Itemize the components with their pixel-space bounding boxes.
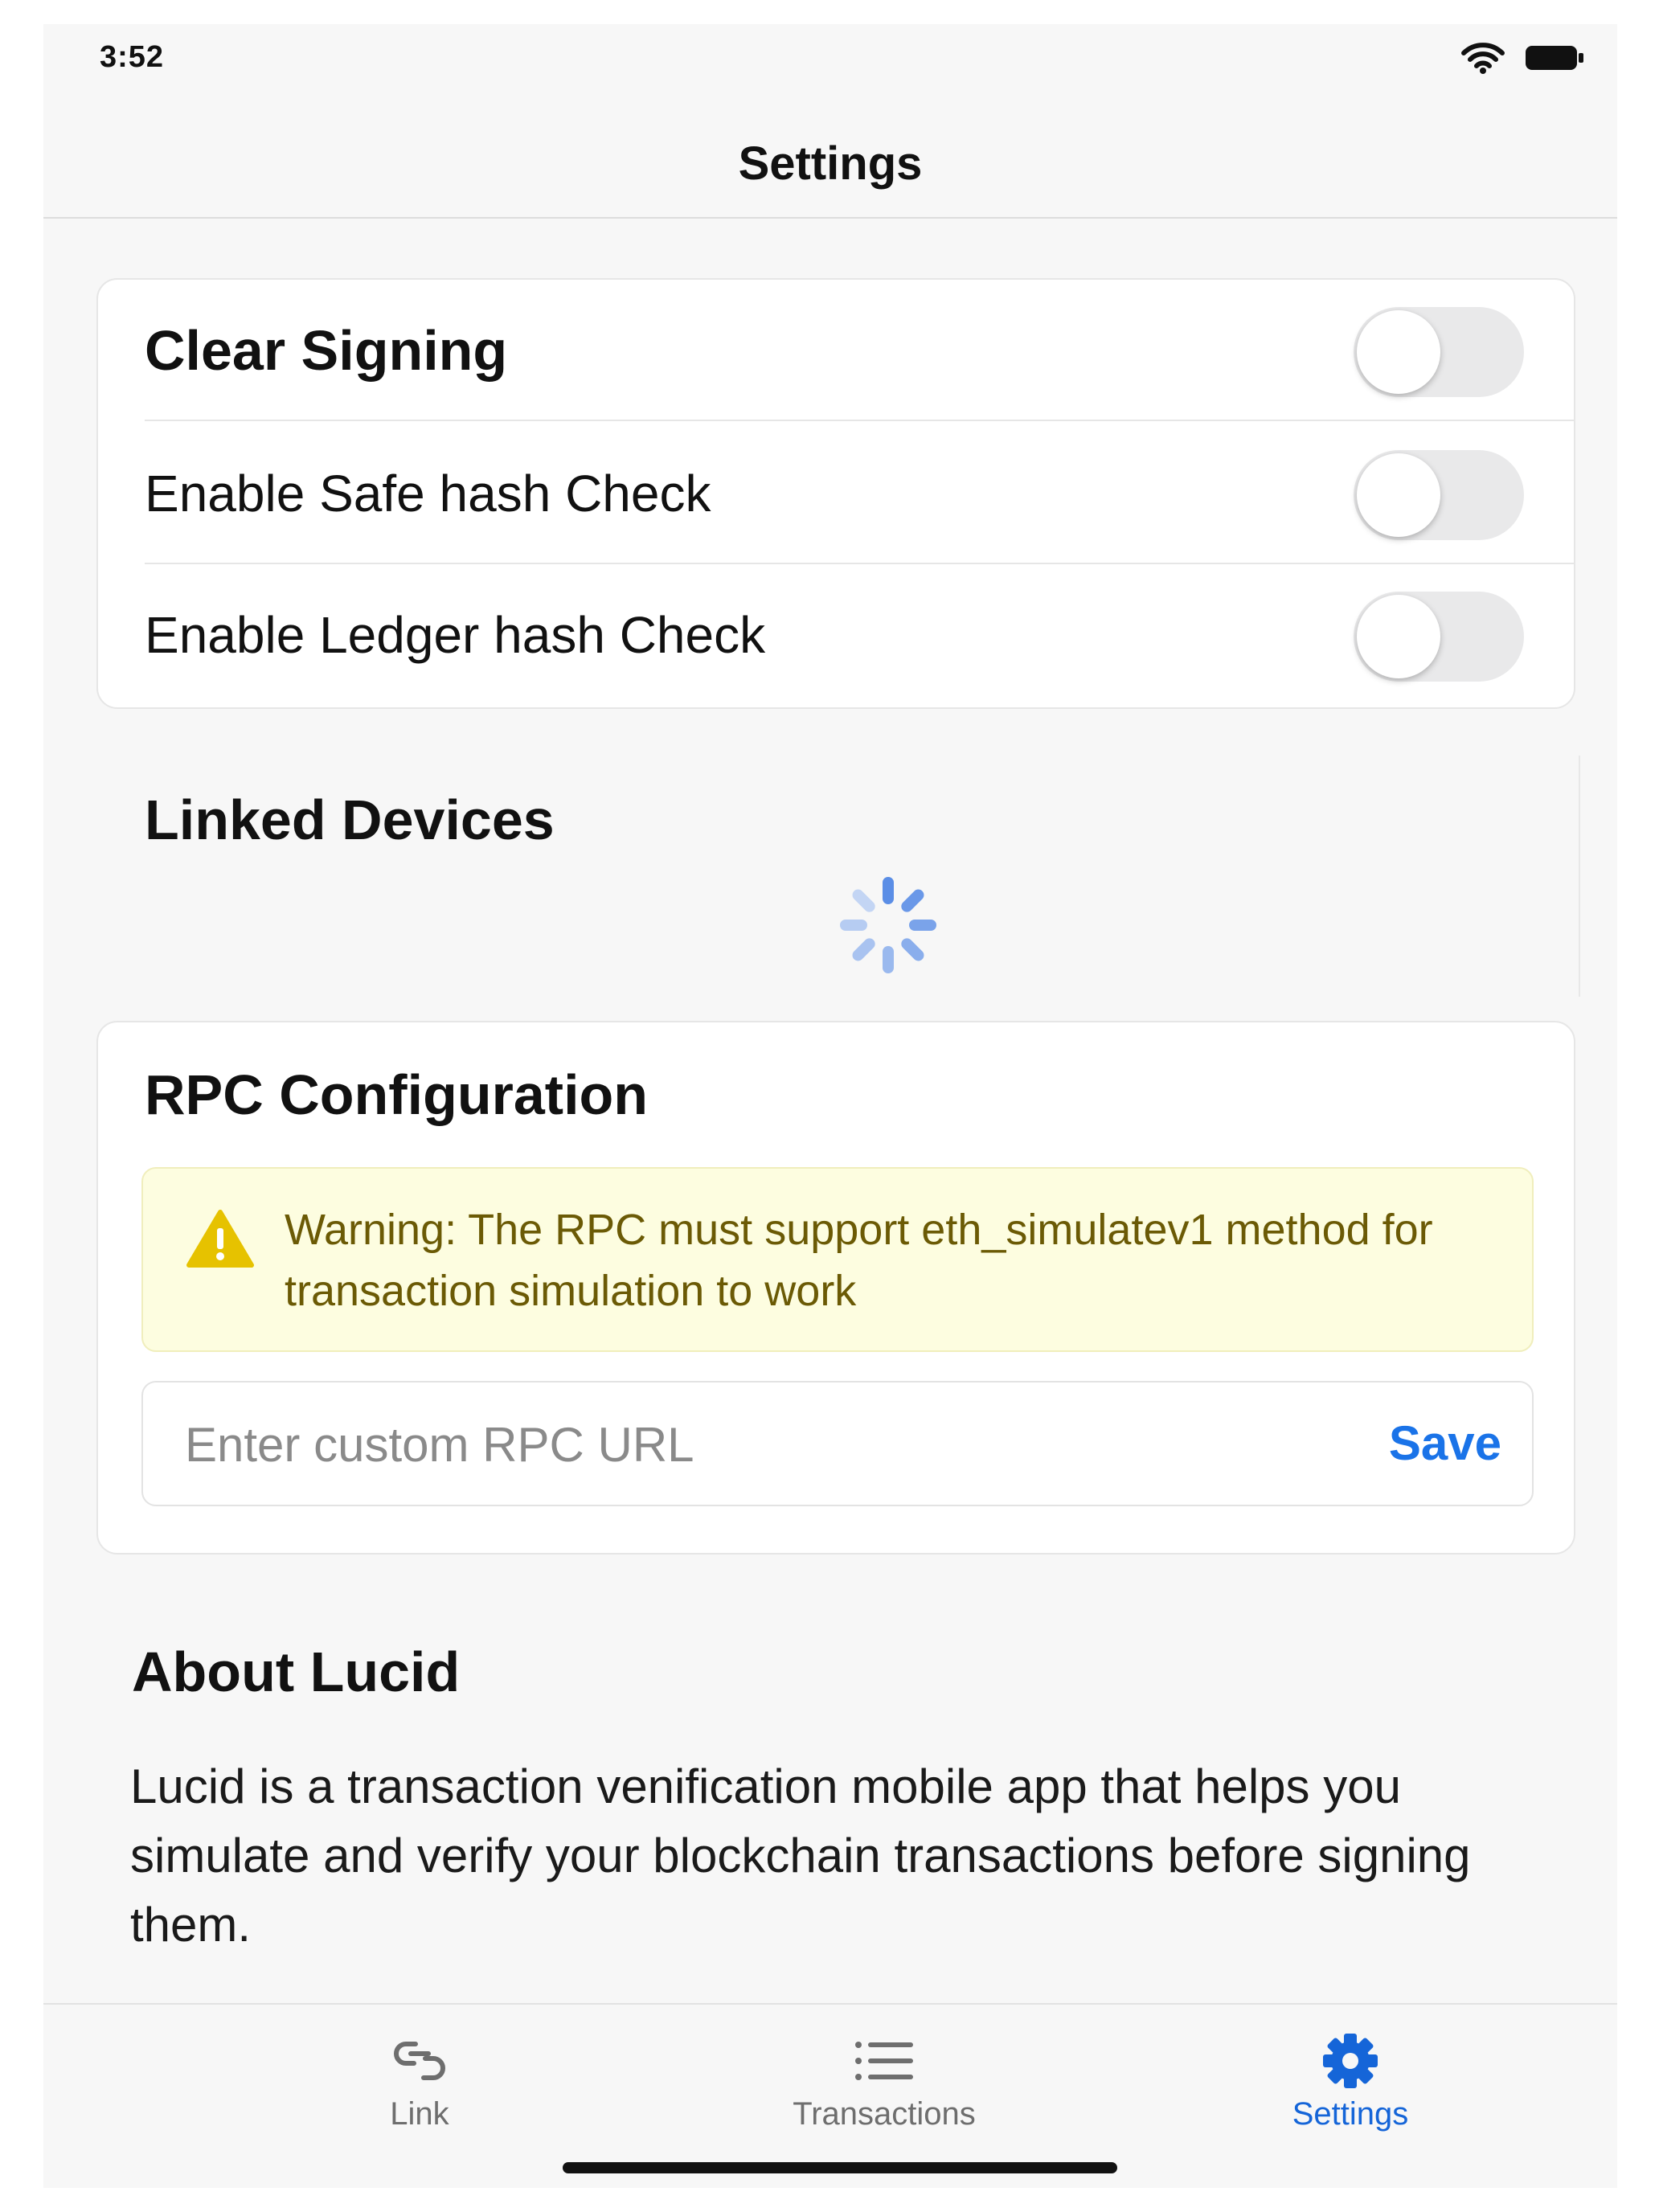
gear-icon [1230, 2029, 1471, 2093]
safe-hash-check-switch[interactable] [1354, 450, 1524, 540]
rpc-warning-text: Warning: The RPC must support eth_simula… [285, 1206, 1433, 1315]
ledger-hash-check-switch[interactable] [1354, 592, 1524, 682]
switch-knob [1357, 310, 1440, 394]
wifi-icon [1461, 42, 1505, 78]
clear-signing-switch[interactable] [1354, 307, 1524, 397]
app-screen: 3:52 Settings Clear Signing Enable Safe … [43, 24, 1617, 2188]
rpc-url-field: Save [141, 1381, 1534, 1506]
toggle-label-clear-signing: Clear Signing [145, 319, 508, 382]
save-button[interactable]: Save [1389, 1382, 1501, 1505]
list-icon [764, 2029, 1005, 2093]
battery-icon [1524, 43, 1585, 76]
loading-spinner-icon [840, 877, 936, 973]
tab-transactions[interactable]: Transactions [764, 2029, 1005, 2132]
status-icons [1461, 42, 1585, 78]
navigation-header: Settings [43, 113, 1617, 219]
tab-settings-label: Settings [1292, 2096, 1409, 2132]
status-time: 3:52 [100, 40, 165, 74]
rpc-configuration-card: RPC Configuration Warning: The RPC must … [96, 1021, 1575, 1555]
linked-devices-title: Linked Devices [145, 789, 555, 851]
tab-bar: Link Transactions Settings [43, 2003, 1617, 2188]
switch-knob [1357, 595, 1440, 678]
toggle-label-ledger-hash: Enable Ledger hash Check [145, 606, 766, 664]
signing-settings-card: Clear Signing Enable Safe hash Check Ena… [96, 278, 1575, 709]
divider [145, 420, 1574, 421]
tab-link-label: Link [390, 2096, 449, 2132]
about-description: Lucid is a transaction venification mobi… [130, 1759, 1471, 1952]
tab-settings[interactable]: Settings [1230, 2029, 1471, 2132]
toggle-row-clear-signing: Clear Signing [98, 280, 1574, 421]
status-bar: 3:52 [43, 24, 1617, 113]
about-title: About Lucid [132, 1641, 461, 1703]
warning-icon [186, 1210, 254, 1268]
rpc-warning-box: Warning: The RPC must support eth_simula… [141, 1167, 1534, 1352]
linked-devices-section: Linked Devices [96, 748, 1580, 1005]
rpc-configuration-title: RPC Configuration [145, 1063, 649, 1126]
toggle-label-safe-hash: Enable Safe hash Check [145, 465, 711, 522]
toggle-row-safe-hash: Enable Safe hash Check [98, 423, 1574, 564]
section-edge-line [1579, 756, 1580, 997]
home-indicator [563, 2162, 1117, 2173]
rpc-url-input[interactable] [183, 1382, 1312, 1506]
toggle-row-ledger-hash: Enable Ledger hash Check [98, 564, 1574, 706]
tab-link[interactable]: Link [299, 2029, 540, 2132]
tab-transactions-label: Transactions [793, 2096, 976, 2132]
switch-knob [1357, 453, 1440, 537]
page-title: Settings [738, 137, 923, 190]
link-icon [299, 2029, 540, 2093]
